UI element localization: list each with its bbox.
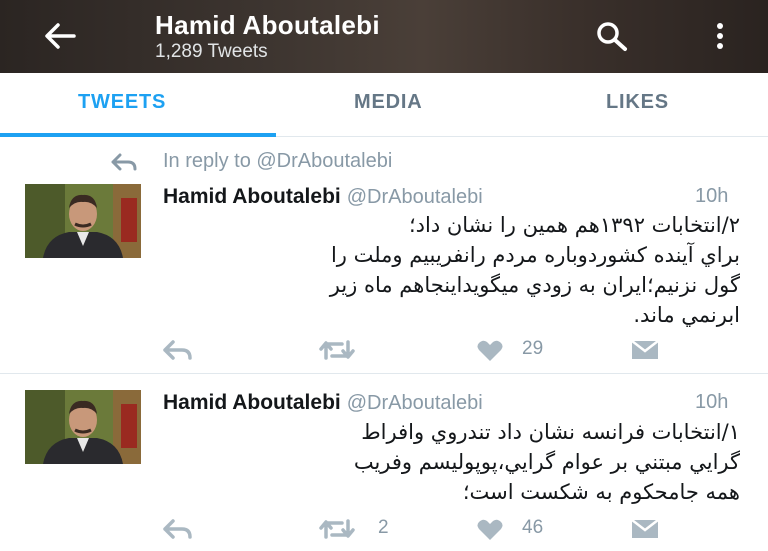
direct-message-button[interactable] <box>630 514 670 544</box>
tab-tweets[interactable]: TWEETS <box>78 91 166 114</box>
tweet-item[interactable]: Hamid Aboutalebi @DrAboutalebi 10h ١/انتخ… <box>0 375 768 551</box>
author-name: Hamid Aboutalebi <box>163 185 341 208</box>
tweet-text-line: ١/انتخابات فرانسه نشان داد تندروي وافراط <box>361 420 740 444</box>
tweet-time: 10h <box>695 391 729 413</box>
retweet-icon <box>319 340 355 360</box>
tweet-item[interactable]: In reply to @DrAboutalebi Hamid Aboutale… <box>0 138 768 374</box>
direct-message-button[interactable] <box>630 335 670 365</box>
search-icon[interactable] <box>592 18 632 54</box>
arrow-left-icon[interactable] <box>40 18 80 54</box>
like-count: 29 <box>522 338 544 359</box>
tab-media[interactable]: MEDIA <box>354 91 422 114</box>
tweet-text: ٢/انتخابات ١٣٩٢هم همين را نشان داد؛ براي… <box>160 210 740 330</box>
author-handle: @DrAboutalebi <box>346 392 483 414</box>
avatar[interactable] <box>25 184 141 258</box>
reply-to-text: In reply to @DrAboutalebi <box>163 150 393 172</box>
tweet-text-line: براي آينده كشوردوباره مردم رانفريبيم ومل… <box>330 243 740 267</box>
like-count: 46 <box>522 517 544 538</box>
tweet-text-line: ابرنمي ماند. <box>633 303 740 327</box>
tweet-count: 1,289 Tweets <box>155 41 268 62</box>
tweet-time: 10h <box>695 185 729 207</box>
author-handle: @DrAboutalebi <box>346 186 483 208</box>
envelope-icon <box>631 519 659 538</box>
tweet-author[interactable]: Hamid Aboutalebi @DrAboutalebi <box>163 391 483 415</box>
like-button[interactable]: 46 <box>476 514 566 544</box>
retweet-button[interactable]: 2 <box>318 514 398 544</box>
tweet-text-line: گرايي مبتني بر عوام گرايي،پوپوليسم وفريب <box>353 450 740 474</box>
author-name: Hamid Aboutalebi <box>163 391 341 414</box>
tweet-text-line: همه جامحكوم به شكست است؛ <box>462 480 740 504</box>
envelope-icon <box>631 340 659 359</box>
tweet-text-line: ٢/انتخابات ١٣٩٢هم همين را نشان داد؛ <box>408 213 740 237</box>
retweet-icon <box>319 519 355 539</box>
tweet-author[interactable]: Hamid Aboutalebi @DrAboutalebi <box>163 185 483 209</box>
retweet-count: 2 <box>378 517 389 538</box>
tweet-text-line: گول نزنيم؛ايران به زودي ميگويداينجاهم ما… <box>329 273 740 297</box>
heart-icon <box>477 519 503 540</box>
active-tab-indicator <box>0 133 276 137</box>
tab-likes[interactable]: LIKES <box>606 91 669 114</box>
profile-header: Hamid Aboutalebi 1,289 Tweets <box>0 0 768 73</box>
reply-button[interactable] <box>162 335 202 365</box>
like-button[interactable]: 29 <box>476 335 566 365</box>
heart-icon <box>477 340 503 361</box>
avatar[interactable] <box>25 390 141 464</box>
reply-button[interactable] <box>162 514 202 544</box>
retweet-button[interactable] <box>318 335 398 365</box>
reply-icon <box>163 340 192 360</box>
more-vertical-icon[interactable] <box>704 18 736 54</box>
tweet-actions: 29 <box>0 335 768 365</box>
reply-icon <box>163 519 192 539</box>
profile-name: Hamid Aboutalebi <box>155 10 380 40</box>
tweet-actions: 2 46 <box>0 514 768 544</box>
reply-context-icon <box>111 153 137 171</box>
profile-tabs: TWEETS MEDIA LIKES <box>0 73 768 137</box>
tweet-text: ١/انتخابات فرانسه نشان داد تندروي وافراط… <box>160 417 740 507</box>
